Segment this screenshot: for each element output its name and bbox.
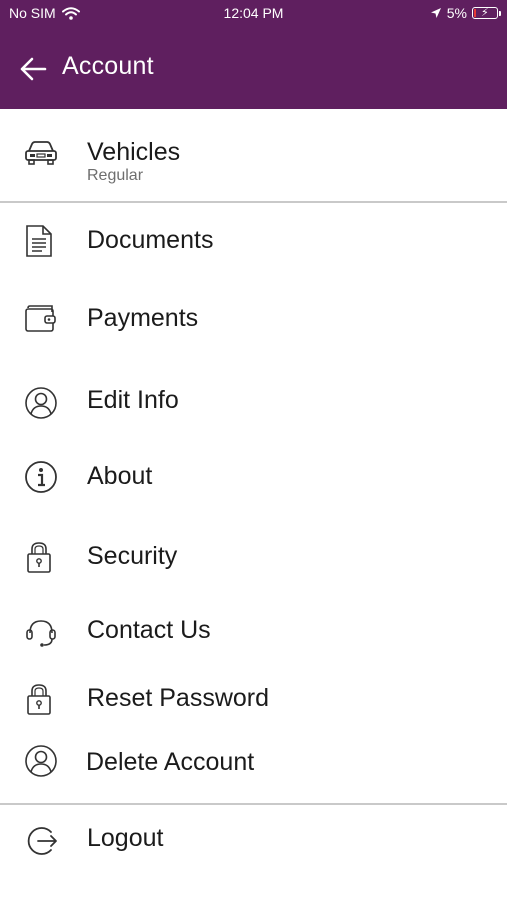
back-arrow-icon[interactable] (18, 54, 48, 84)
title-bar: Account (0, 48, 507, 88)
user-circle-icon (24, 744, 58, 778)
location-arrow-icon (430, 7, 442, 19)
menu-item-label: Edit Info (87, 386, 179, 414)
headset-icon (24, 616, 58, 650)
menu-item-label: Documents (87, 226, 214, 254)
menu-item-delete-account[interactable]: Delete Account (0, 742, 507, 802)
menu-item-contact-us[interactable]: Contact Us (0, 612, 507, 672)
menu-item-edit-info[interactable]: Edit Info (0, 382, 507, 442)
car-icon (24, 138, 58, 172)
menu-item-vehicles[interactable]: Vehicles Regular (0, 132, 507, 192)
battery-percent: 5% (446, 5, 467, 21)
app-header: No SIM 12:04 PM 5% ⚡ Account (0, 0, 507, 109)
wallet-icon (24, 304, 58, 338)
logout-label: Logout (87, 824, 164, 852)
divider (0, 803, 507, 805)
info-icon (24, 460, 58, 494)
menu-item-label: Delete Account (86, 748, 255, 776)
status-bar: No SIM 12:04 PM 5% ⚡ (0, 5, 507, 25)
menu-item-label: Reset Password (87, 684, 270, 712)
battery-icon: ⚡ (472, 7, 501, 19)
vehicles-label: Vehicles (87, 138, 181, 166)
document-icon (24, 224, 58, 258)
menu-item-label: Contact Us (87, 616, 211, 644)
status-right: 5% ⚡ (430, 5, 501, 21)
menu-item-logout[interactable]: Logout (0, 820, 507, 880)
vehicles-subtitle: Regular (87, 167, 144, 184)
user-circle-icon (24, 386, 58, 420)
menu-item-payments[interactable]: Payments (0, 300, 507, 360)
menu-item-documents[interactable]: Documents (0, 222, 507, 282)
menu-item-reset-password[interactable]: Reset Password (0, 680, 507, 740)
lock-icon (24, 540, 58, 574)
page-title: Account (62, 52, 154, 80)
menu-item-about[interactable]: About (0, 458, 507, 518)
logout-icon (24, 824, 58, 858)
menu-item-label: Payments (87, 304, 199, 332)
divider (0, 201, 507, 203)
menu-item-label: Security (87, 542, 178, 570)
menu-item-security[interactable]: Security (0, 538, 507, 598)
lock-icon (24, 682, 58, 716)
menu-item-label: About (87, 462, 153, 490)
